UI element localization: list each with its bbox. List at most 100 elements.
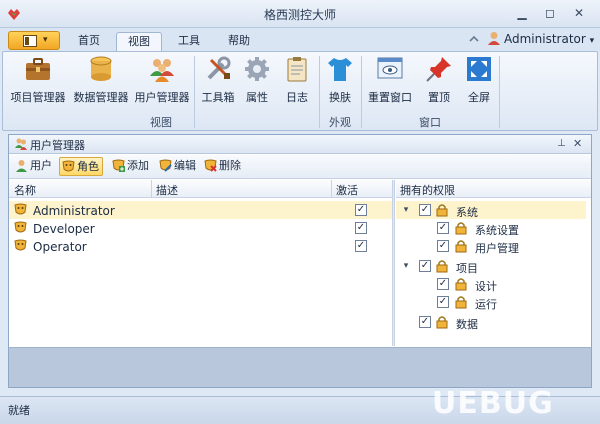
properties-button[interactable]: 属性 [240, 54, 274, 114]
group-label-appearance: 外观 [329, 116, 351, 129]
edit-icon [159, 159, 172, 172]
edit-button[interactable]: 编辑 [157, 157, 199, 176]
column-header-name[interactable]: 名称 [14, 182, 36, 198]
group-label-view: 视图 [150, 116, 172, 129]
active-checkbox[interactable]: ✓ [355, 240, 367, 252]
delete-icon [204, 159, 217, 172]
column-header-active[interactable]: 激活 [336, 182, 358, 198]
column-divider[interactable] [331, 180, 332, 198]
permissions-header: 拥有的权限 [400, 184, 455, 197]
permission-checkbox[interactable]: ✓ [419, 260, 431, 272]
minimize-button[interactable]: ▁ [514, 5, 530, 21]
active-checkbox[interactable]: ✓ [355, 204, 367, 216]
watermark-logo: UEBUG [432, 386, 554, 421]
tab-view[interactable]: 视图 [116, 32, 162, 52]
tree-item-label: 运行 [475, 298, 497, 311]
tree-item-label: 项目 [456, 262, 478, 275]
window-title: 格西测控大师 [263, 8, 336, 22]
log-button[interactable]: 日志 [282, 54, 312, 114]
tab-tools[interactable]: 工具 [166, 32, 212, 52]
lock-icon [455, 240, 467, 253]
restore-button[interactable]: ◻ [542, 5, 558, 21]
permission-checkbox[interactable]: ✓ [437, 296, 449, 308]
close-icon: ✕ [573, 6, 585, 20]
permission-checkbox[interactable]: ✓ [437, 222, 449, 234]
column-header-desc[interactable]: 描述 [156, 182, 178, 198]
group-divider [499, 56, 500, 128]
panel-splitter[interactable] [392, 180, 395, 346]
toolbox-button[interactable]: 工具箱 [198, 54, 238, 114]
users-toggle-label: 用户 [30, 159, 52, 172]
role-name: Developer [33, 222, 95, 236]
restore-icon: ◻ [545, 6, 555, 20]
tab-help[interactable]: 帮助 [216, 32, 262, 52]
fullscreen-icon [467, 57, 491, 81]
role-name: Operator [33, 240, 87, 254]
lock-icon [455, 278, 467, 291]
app-menu-icon [23, 35, 37, 47]
panel-title: 用户管理器 [30, 139, 85, 152]
user-manager-button[interactable]: 用户管理器 [132, 54, 192, 114]
lock-icon [436, 316, 448, 329]
window-eye-icon [377, 57, 403, 79]
active-checkbox[interactable]: ✓ [355, 222, 367, 234]
add-button[interactable]: 添加 [110, 157, 152, 176]
reset-window-button[interactable]: 重置窗口 [364, 54, 416, 114]
column-divider[interactable] [151, 180, 152, 198]
chevron-down-icon: ▾ [589, 36, 595, 46]
expand-icon[interactable]: ▾ [401, 261, 411, 271]
pin-icon[interactable]: ⊥ [557, 138, 566, 149]
panel-header [9, 135, 591, 154]
close-icon[interactable]: ✕ [573, 137, 582, 150]
skin-button[interactable]: 换肤 [324, 54, 356, 114]
fullscreen-button[interactable]: 全屏 [462, 54, 496, 114]
lock-icon [455, 222, 467, 235]
lock-icon [436, 260, 448, 273]
toolbox-icon [207, 56, 231, 80]
chevron-down-icon: ▾ [43, 35, 48, 45]
collapse-ribbon-icon[interactable] [468, 33, 480, 45]
role-name: Administrator [33, 204, 115, 218]
tree-item-label: 数据 [456, 318, 478, 331]
close-button[interactable]: ✕ [571, 5, 587, 21]
lock-icon [455, 296, 467, 309]
project-manager-button[interactable]: 项目管理器 [8, 54, 68, 114]
data-manager-button[interactable]: 数据管理器 [71, 54, 131, 114]
permission-checkbox[interactable]: ✓ [419, 204, 431, 216]
users-icon [15, 138, 27, 150]
permission-checkbox[interactable]: ✓ [437, 278, 449, 290]
expand-icon[interactable]: ▾ [401, 205, 411, 215]
minimize-icon: ▁ [517, 6, 527, 20]
roles-toggle-label: 角色 [77, 160, 99, 173]
add-icon [112, 159, 125, 172]
edit-label: 编辑 [174, 159, 196, 172]
tab-home[interactable]: 首页 [66, 32, 112, 52]
app-menu-button[interactable]: ▾ [8, 31, 60, 50]
role-mask-icon [14, 221, 27, 233]
role-mask-icon [14, 203, 27, 215]
status-text: 就绪 [8, 404, 30, 417]
current-user[interactable]: Administrator ▾ [504, 30, 594, 48]
users-icon [150, 59, 174, 82]
shirt-icon [328, 58, 352, 81]
tree-item-label: 系统设置 [475, 224, 519, 237]
current-user-name: Administrator [504, 32, 586, 46]
add-label: 添加 [127, 159, 149, 172]
tree-item-label: 设计 [475, 280, 497, 293]
role-mask-icon [62, 160, 75, 172]
delete-button[interactable]: 删除 [202, 157, 244, 176]
database-icon [90, 56, 112, 81]
users-toggle-button[interactable]: 用户 [13, 157, 55, 176]
delete-label: 删除 [219, 159, 241, 172]
clipboard-icon [287, 57, 307, 82]
permission-checkbox[interactable]: ✓ [419, 316, 431, 328]
lock-icon [436, 204, 448, 217]
briefcase-icon [26, 58, 50, 80]
tree-item-label: 用户管理 [475, 242, 519, 255]
permission-checkbox[interactable]: ✓ [437, 240, 449, 252]
user-icon [488, 32, 500, 45]
roles-toggle-button[interactable]: 角色 [59, 157, 103, 176]
pin-top-button[interactable]: 置顶 [422, 54, 456, 114]
panel-footer-area [9, 347, 591, 387]
user-icon [16, 160, 27, 172]
